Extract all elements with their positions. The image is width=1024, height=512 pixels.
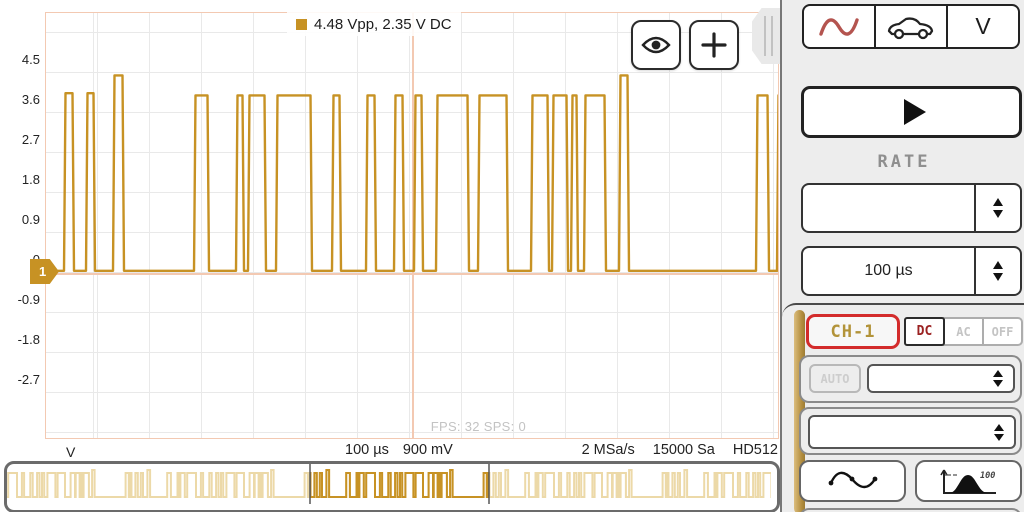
arrow-down-icon xyxy=(994,433,1004,441)
status-samples: 15000 Sa xyxy=(652,442,715,458)
sample-rate-value xyxy=(803,185,974,231)
y-axis-unit: V xyxy=(66,444,76,460)
sine-wave-icon xyxy=(819,17,859,36)
channel-panel: CH-1 DC AC OFF AUTO 100 xyxy=(782,303,1024,512)
arrow-up-icon xyxy=(993,198,1003,206)
lowpass-filter-button[interactable]: 100 xyxy=(915,460,1022,502)
auto-range-button[interactable]: AUTO xyxy=(809,364,861,393)
run-stop-button[interactable] xyxy=(801,86,1022,138)
y-axis-label: -1.8 xyxy=(17,332,40,347)
coupling-dc-button[interactable]: DC xyxy=(904,317,945,346)
arrow-up-icon xyxy=(993,370,1003,377)
tab-automotive[interactable] xyxy=(874,4,948,49)
probe-control-group xyxy=(799,407,1022,455)
status-timebase: 100 µs xyxy=(345,442,389,458)
sine-wave-dots-icon xyxy=(828,471,877,489)
waveform-generator-button[interactable] xyxy=(799,460,906,502)
coupling-ac-button[interactable]: AC xyxy=(943,317,984,346)
timebase-spinner[interactable]: 100 µs xyxy=(801,246,1022,296)
waveform-plot-area[interactable]: FPS: 32 SPS: 0 xyxy=(45,12,779,439)
range-spinner[interactable] xyxy=(867,364,1015,393)
car-icon xyxy=(887,16,934,39)
y-axis-label: 0.9 xyxy=(21,212,40,227)
status-resolution: HD512 xyxy=(732,442,778,458)
rate-section-label: RATE xyxy=(877,152,931,172)
record-overview-strip[interactable] xyxy=(4,461,780,512)
spinner-arrows[interactable] xyxy=(974,248,1020,294)
coupling-off-button[interactable]: OFF xyxy=(982,317,1023,346)
timebase-value: 100 µs xyxy=(864,262,913,279)
arrow-down-icon xyxy=(993,380,1003,387)
y-axis-label: -0.9 xyxy=(17,292,40,307)
next-control-group xyxy=(799,508,1022,512)
y-axis-label: 2.7 xyxy=(21,132,40,147)
add-button[interactable] xyxy=(689,20,739,70)
arrow-down-icon xyxy=(993,210,1003,218)
acquisition-status: 2 MSa/s 15000 Sa HD512 xyxy=(582,442,778,458)
main-waveform-svg xyxy=(46,74,778,272)
y-axis-label: 4.5 xyxy=(21,52,40,67)
range-control-group: AUTO xyxy=(799,355,1022,403)
status-volts-per-div: 900 mV xyxy=(402,442,453,458)
spinner-arrows[interactable] xyxy=(974,185,1020,231)
probe-value xyxy=(810,417,984,447)
fps-sps-readout: FPS: 32 SPS: 0 xyxy=(430,419,526,434)
tab-oscilloscope[interactable] xyxy=(802,4,876,49)
tab-voltmeter[interactable]: V xyxy=(946,4,1020,49)
arrow-up-icon xyxy=(994,423,1004,431)
drawer-handle[interactable] xyxy=(752,8,782,64)
y-axis-labels: 4.53.62.71.80.90-0.9-1.8-2.7 xyxy=(0,0,40,460)
filter-response-icon: 100 xyxy=(939,469,996,494)
status-sample-rate: 2 MSa/s xyxy=(581,442,635,458)
channel-1-tab[interactable]: CH-1 xyxy=(806,314,900,349)
eye-icon xyxy=(641,36,671,54)
timebase-status: 100 µs 900 mV xyxy=(345,442,505,458)
control-panel: V RATE 100 µs CH-1 DC AC OFF AUTO 100 xyxy=(780,0,1024,512)
arrow-down-icon xyxy=(993,273,1003,281)
channel-color-swatch xyxy=(296,18,307,30)
range-value xyxy=(869,366,983,391)
filter-cutoff-label: 100 xyxy=(980,471,995,481)
play-icon xyxy=(903,99,926,125)
measurement-text: 4.48 Vpp, 2.35 V DC xyxy=(314,15,452,33)
visibility-button[interactable] xyxy=(631,20,681,70)
mode-tab-bar: V xyxy=(802,4,1020,49)
oscilloscope-app: FPS: 32 SPS: 0 4.53.62.71.80.90-0.9-1.8-… xyxy=(0,0,1024,512)
measurement-readout: 4.48 Vpp, 2.35 V DC xyxy=(287,12,461,36)
y-axis-label: -2.7 xyxy=(17,372,40,387)
probe-spinner[interactable] xyxy=(808,415,1016,449)
spinner-arrows[interactable] xyxy=(984,417,1014,447)
y-axis-label: 1.8 xyxy=(21,172,40,187)
sample-rate-spinner[interactable] xyxy=(801,183,1022,233)
spinner-arrows[interactable] xyxy=(983,366,1013,391)
arrow-up-icon xyxy=(993,261,1003,269)
y-axis-label: 3.6 xyxy=(21,92,40,107)
overview-waveform-svg xyxy=(7,464,771,504)
plus-icon xyxy=(701,32,727,58)
coupling-selector: DC AC OFF xyxy=(904,317,1023,346)
voltmeter-label: V xyxy=(975,13,991,39)
